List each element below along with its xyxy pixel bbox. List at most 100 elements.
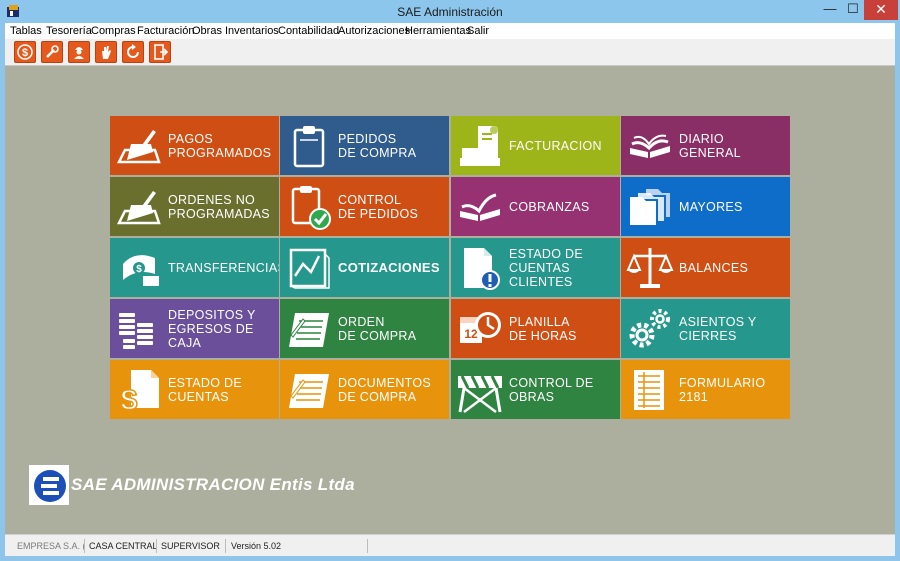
svg-text:$: $: [121, 384, 138, 414]
tile-mayores[interactable]: MAYORES: [621, 177, 790, 236]
svg-text:$: $: [136, 264, 142, 275]
tile-label: ORDEN DE COMPRA: [338, 314, 417, 343]
tile-label: PLANILLA DE HORAS: [509, 314, 577, 343]
tile-depositos-y-egresos-de-caja[interactable]: DEPOSITOS Y EGRESOS DE CAJA: [110, 299, 279, 358]
window-title: SAE Administración: [397, 5, 503, 19]
tile-asientos-y-cierres[interactable]: ASIENTOS Y CIERRES: [621, 299, 790, 358]
tile-pagos-programados[interactable]: PAGOS PROGRAMADOS: [110, 116, 279, 175]
tile-estado-de-cuentas[interactable]: $ ESTADO DE CUENTAS: [110, 360, 279, 419]
toolbar-autorizaciones-button[interactable]: [95, 41, 117, 63]
chart-icon: [289, 248, 330, 289]
toolbar-obras-button[interactable]: [68, 41, 90, 63]
tile-transferencias[interactable]: $ TRANSFERENCIAS: [110, 238, 279, 297]
menu-bar: Tablas Tesorería Compras Facturación Obr…: [5, 23, 895, 39]
tile-label: FACTURACION: [509, 138, 602, 153]
clipboard-check-icon: [291, 186, 331, 230]
tile-estado-de-cuentas-clientes[interactable]: ESTADO DE CUENTAS CLIENTES: [451, 238, 620, 297]
tile-label: ORDENES NO PROGRAMADAS: [168, 192, 270, 221]
menu-item-herramientas[interactable]: Herramientas: [405, 25, 471, 37]
menu-item-autorizaciones[interactable]: Autorizaciones: [338, 25, 410, 37]
tile-documentos-de-compra[interactable]: DOCUMENTOS DE COMPRA: [280, 360, 449, 419]
toolbar-herramientas-button[interactable]: [41, 41, 63, 63]
tile-formulario-2181[interactable]: FORMULARIO 2181: [621, 360, 790, 419]
form-pencil-icon: [289, 374, 329, 408]
worker-icon: [74, 47, 84, 59]
tile-label: MAYORES: [679, 199, 743, 214]
door-exit-icon: [154, 44, 168, 60]
menu-item-contabilidad[interactable]: Contabilidad: [278, 25, 339, 37]
tile-label: ESTADO DE CUENTAS CLIENTES: [509, 246, 584, 289]
tile-label: PEDIDOS DE COMPRA: [338, 131, 417, 160]
tile-cobranzas[interactable]: COBRANZAS: [451, 177, 620, 236]
toolbar: $: [5, 39, 895, 66]
tile-label: COBRANZAS: [509, 199, 590, 214]
menu-item-salir[interactable]: Salir: [467, 25, 489, 37]
tile-control-de-pedidos[interactable]: CONTROL DE PEDIDOS: [280, 177, 449, 236]
title-bar[interactable]: SAE Administración — ☐ ✕: [0, 0, 900, 23]
document-alert-icon: [464, 248, 500, 290]
tile-label: DOCUMENTOS DE COMPRA: [338, 375, 432, 404]
menu-item-tesoreria[interactable]: Tesorería: [46, 25, 92, 37]
tile-label: BALANCES: [679, 260, 749, 275]
tile-label: ASIENTOS Y CIERRES: [679, 314, 757, 343]
money-icon: $: [123, 255, 159, 286]
menu-item-obras[interactable]: Obras: [192, 25, 222, 37]
toolbar-salir-button[interactable]: [149, 41, 171, 63]
open-book-icon: [460, 193, 500, 221]
tile-label: DEPOSITOS Y EGRESOS DE CAJA: [168, 307, 256, 350]
tile-planilla-de-horas[interactable]: 12 PLANILLA DE HORAS: [451, 299, 620, 358]
tile-cotizaciones[interactable]: COTIZACIONES: [280, 238, 449, 297]
tile-diario-general[interactable]: DIARIO GENERAL: [621, 116, 790, 175]
open-book-icon: [630, 134, 670, 158]
status-version: Versión 5.02: [228, 539, 368, 553]
form-pencil-icon: [289, 313, 329, 347]
barrier-icon: [458, 375, 502, 413]
menu-item-inventarios[interactable]: Inventarios: [225, 25, 279, 37]
maximize-button[interactable]: ☐: [842, 0, 864, 20]
tile-label: CONTROL DE PEDIDOS: [338, 192, 419, 221]
calendar-clock-icon: 12: [460, 312, 501, 343]
tile-facturacion[interactable]: FACTURACION: [451, 116, 620, 175]
dollar-icon: $: [17, 44, 33, 60]
tile-orden-de-compra[interactable]: ORDEN DE COMPRA: [280, 299, 449, 358]
ledger-form-icon: [634, 370, 664, 410]
tile-ordenes-no-programadas[interactable]: ORDENES NO PROGRAMADAS: [110, 177, 279, 236]
brand-text: SAE ADMINISTRACION Entis Ltda: [71, 475, 355, 494]
menu-item-facturacion[interactable]: Facturación: [137, 25, 194, 37]
status-company: EMPRESA S.A. (10): [14, 539, 85, 553]
status-user: SUPERVISOR: [158, 539, 226, 553]
svg-text:$: $: [22, 47, 28, 59]
toolbar-refresh-button[interactable]: [122, 41, 144, 63]
scale-icon: [626, 248, 674, 288]
toolbar-tesoreria-button[interactable]: $: [14, 41, 36, 63]
tile-balances[interactable]: BALANCES: [621, 238, 790, 297]
entis-logo-icon: E: [29, 465, 69, 505]
gears-icon: [629, 309, 670, 348]
tile-label: COTIZACIONES: [338, 259, 440, 275]
coins-icon: [119, 313, 153, 349]
signing-pen-icon: [116, 130, 161, 164]
tile-pedidos-de-compra[interactable]: PEDIDOS DE COMPRA: [280, 116, 449, 175]
printer-icon: [460, 126, 500, 166]
tile-label: ESTADO DE CUENTAS: [168, 375, 243, 404]
close-button[interactable]: ✕: [864, 0, 898, 20]
tile-label: CONTROL DE OBRAS: [509, 375, 594, 404]
signing-pen-icon: [116, 191, 161, 225]
folders-icon: [630, 189, 670, 225]
minimize-button[interactable]: —: [818, 0, 842, 20]
tile-label: DIARIO GENERAL: [679, 131, 741, 160]
tile-label: PAGOS PROGRAMADOS: [168, 131, 272, 160]
menu-item-tablas[interactable]: Tablas: [10, 25, 42, 37]
wrench-icon: [46, 45, 59, 58]
main-window: Tablas Tesorería Compras Facturación Obr…: [5, 23, 895, 556]
status-branch: CASA CENTRAL (1): [86, 539, 157, 553]
menu-item-compras[interactable]: Compras: [91, 25, 136, 37]
tile-label: FORMULARIO 2181: [679, 375, 766, 404]
dollar-document-icon: $: [120, 370, 159, 414]
refresh-icon: [127, 44, 139, 58]
tile-label: TRANSFERENCIAS: [168, 260, 279, 275]
clipboard-icon: [293, 126, 325, 168]
tile-control-de-obras[interactable]: CONTROL DE OBRAS: [451, 360, 620, 419]
status-bar: EMPRESA S.A. (10) CASA CENTRAL (1) SUPER…: [5, 534, 895, 556]
hand-icon: [102, 46, 111, 59]
